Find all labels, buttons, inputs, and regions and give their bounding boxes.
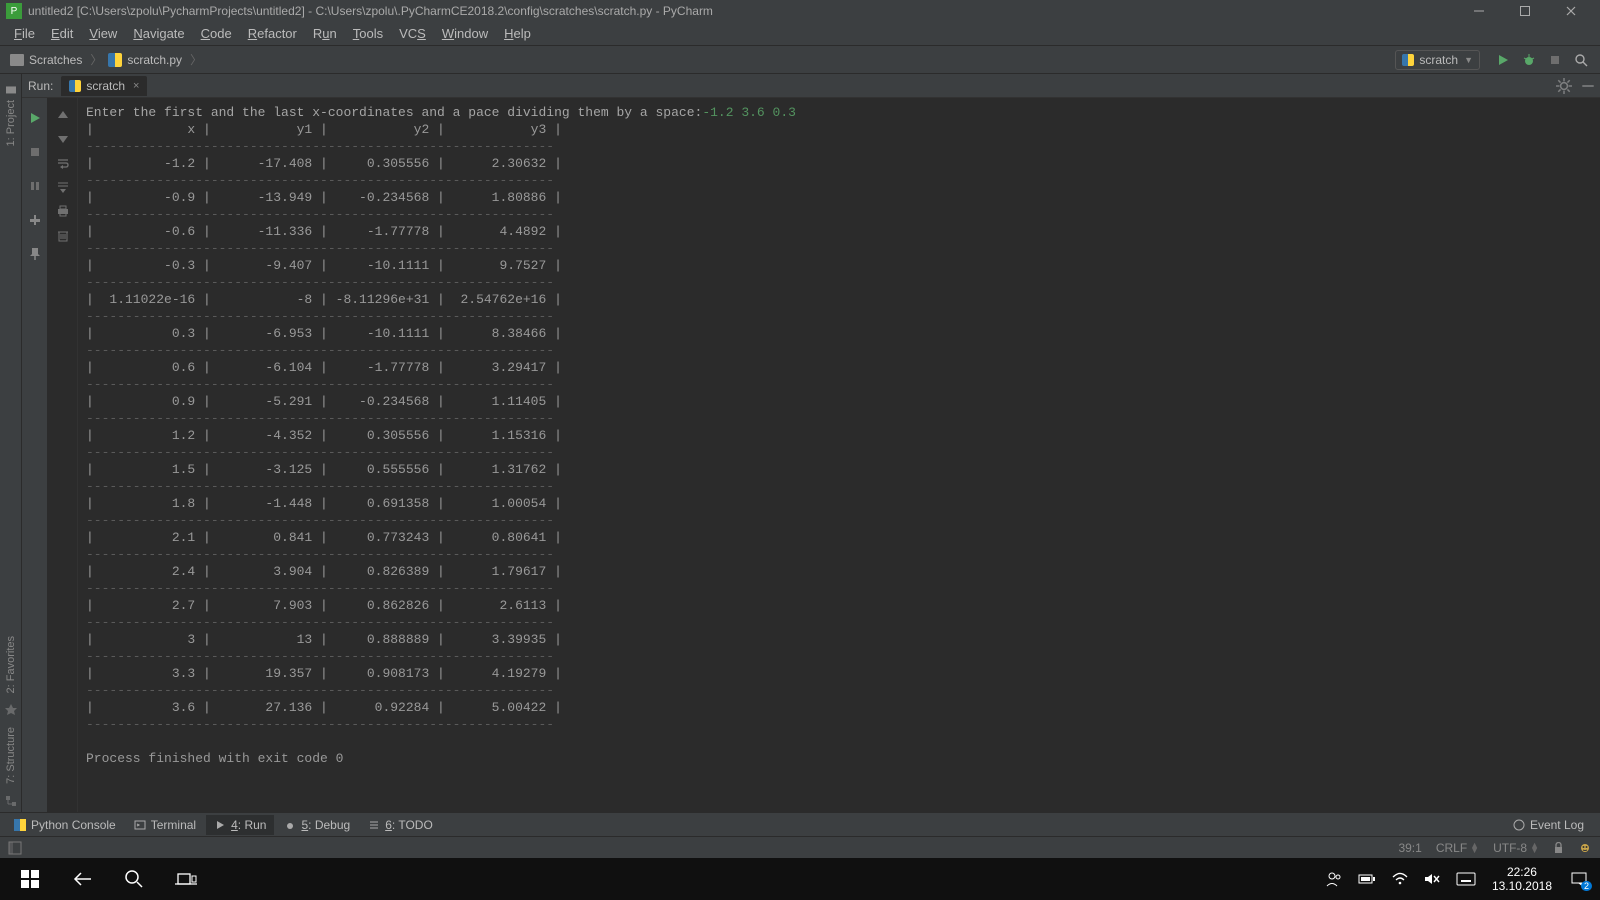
pause-button[interactable] <box>27 178 43 194</box>
debug-button[interactable] <box>1518 49 1540 71</box>
menu-window[interactable]: Window <box>434 24 496 43</box>
python-icon <box>69 80 81 92</box>
clear-icon[interactable] <box>55 228 71 242</box>
file-encoding[interactable]: UTF-8▲▼ <box>1493 841 1539 855</box>
python-icon <box>1402 54 1414 66</box>
breadcrumb-file[interactable]: scratch.py <box>104 53 188 67</box>
battery-icon[interactable] <box>1358 872 1376 886</box>
menu-bar: File Edit View Navigate Code Refactor Ru… <box>0 22 1600 46</box>
project-tool-button[interactable]: 1: Project <box>5 84 17 146</box>
folder-icon <box>10 54 24 66</box>
menu-navigate[interactable]: Navigate <box>125 24 192 43</box>
menu-tools[interactable]: Tools <box>345 24 391 43</box>
search-everywhere-button[interactable] <box>1570 49 1592 71</box>
pin-button[interactable] <box>27 246 43 262</box>
bottom-tool-bar: Python Console Terminal 4: Run 5: Debug … <box>0 812 1600 836</box>
python-file-icon <box>108 53 122 67</box>
notifications-icon[interactable]: 2 <box>1568 868 1590 890</box>
favorites-tool-button[interactable]: 2: Favorites <box>5 636 17 693</box>
gear-icon[interactable] <box>1556 78 1572 94</box>
chevron-down-icon: ▼ <box>1464 55 1473 65</box>
navigation-toolbar: Scratches 〉 scratch.py 〉 scratch ▼ <box>0 46 1600 74</box>
play-icon <box>214 819 226 831</box>
line-separator[interactable]: CRLF▲▼ <box>1436 841 1479 855</box>
notification-badge: 2 <box>1581 881 1592 891</box>
run-configuration-selector[interactable]: scratch ▼ <box>1395 50 1480 70</box>
soft-wrap-icon[interactable] <box>55 156 71 170</box>
run-action-gutter <box>22 98 48 812</box>
people-icon[interactable] <box>1326 871 1342 887</box>
start-button[interactable] <box>4 858 56 900</box>
search-button[interactable] <box>108 858 160 900</box>
python-console-tool[interactable]: Python Console <box>6 815 124 835</box>
run-panel-label: Run: <box>28 79 61 93</box>
breadcrumb-label: scratch.py <box>127 53 182 67</box>
event-log-tool[interactable]: Event Log <box>1505 815 1592 835</box>
rerun-button[interactable] <box>27 110 43 126</box>
event-log-icon <box>1513 819 1525 831</box>
debug-tool[interactable]: 5: Debug <box>276 815 358 835</box>
breadcrumb-chevron-icon: 〉 <box>90 51 102 68</box>
status-bar: 39:1 CRLF▲▼ UTF-8▲▼ <box>0 836 1600 858</box>
close-icon[interactable]: × <box>133 80 139 92</box>
run-config-name: scratch <box>1419 53 1458 67</box>
window-maximize-button[interactable] <box>1502 0 1548 22</box>
run-tab-name: scratch <box>86 79 125 93</box>
python-icon <box>14 819 26 831</box>
star-icon <box>4 703 18 717</box>
back-button[interactable] <box>56 858 108 900</box>
window-titlebar: P untitled2 [C:\Users\zpolu\PycharmProje… <box>0 0 1600 22</box>
dump-threads-button[interactable] <box>27 212 43 228</box>
structure-icon <box>4 794 18 808</box>
window-minimize-button[interactable] <box>1456 0 1502 22</box>
console-action-gutter <box>48 98 78 812</box>
menu-refactor[interactable]: Refactor <box>240 24 305 43</box>
minimize-panel-icon[interactable] <box>1580 78 1596 94</box>
run-button[interactable] <box>1492 49 1514 71</box>
breadcrumb-label: Scratches <box>29 53 82 67</box>
stop-button[interactable] <box>1544 49 1566 71</box>
run-tool[interactable]: 4: Run <box>206 815 274 835</box>
structure-tool-button[interactable]: 7: Structure <box>5 727 17 784</box>
down-icon[interactable] <box>55 132 71 146</box>
terminal-icon <box>134 819 146 831</box>
breadcrumb-scratches[interactable]: Scratches <box>6 53 88 67</box>
menu-view[interactable]: View <box>81 24 125 43</box>
menu-file[interactable]: File <box>6 24 43 43</box>
folder-icon <box>5 84 17 96</box>
console-output[interactable]: Enter the first and the last x-coordinat… <box>78 98 1600 812</box>
window-title: untitled2 [C:\Users\zpolu\PycharmProject… <box>28 4 713 18</box>
windows-taskbar: 22:26 13.10.2018 2 <box>0 858 1600 900</box>
bug-icon <box>284 819 296 831</box>
caret-position[interactable]: 39:1 <box>1398 841 1421 855</box>
app-icon: P <box>6 3 22 19</box>
todo-tool[interactable]: 6: TODO <box>360 815 441 835</box>
menu-vcs[interactable]: VCS <box>391 24 434 43</box>
system-tray: 22:26 13.10.2018 2 <box>1326 865 1596 893</box>
menu-code[interactable]: Code <box>193 24 240 43</box>
run-panel-header: Run: scratch × <box>22 74 1600 98</box>
keyboard-icon[interactable] <box>1456 872 1476 886</box>
menu-run[interactable]: Run <box>305 24 345 43</box>
tool-windows-icon[interactable] <box>8 841 22 855</box>
window-close-button[interactable] <box>1548 0 1594 22</box>
left-tool-strip: 1: Project 2: Favorites 7: Structure <box>0 74 22 812</box>
scroll-to-end-icon[interactable] <box>55 180 71 194</box>
volume-icon[interactable] <box>1424 872 1440 886</box>
task-view-button[interactable] <box>160 858 212 900</box>
menu-help[interactable]: Help <box>496 24 539 43</box>
inspections-icon[interactable] <box>1578 841 1592 855</box>
list-icon <box>368 819 380 831</box>
run-tab[interactable]: scratch × <box>61 76 147 96</box>
breadcrumb-chevron-icon: 〉 <box>190 51 202 68</box>
up-icon[interactable] <box>55 108 71 122</box>
menu-edit[interactable]: Edit <box>43 24 81 43</box>
stop-button[interactable] <box>27 144 43 160</box>
lock-icon[interactable] <box>1553 842 1564 854</box>
clock[interactable]: 22:26 13.10.2018 <box>1492 865 1552 893</box>
terminal-tool[interactable]: Terminal <box>126 815 204 835</box>
print-icon[interactable] <box>55 204 71 218</box>
wifi-icon[interactable] <box>1392 872 1408 886</box>
